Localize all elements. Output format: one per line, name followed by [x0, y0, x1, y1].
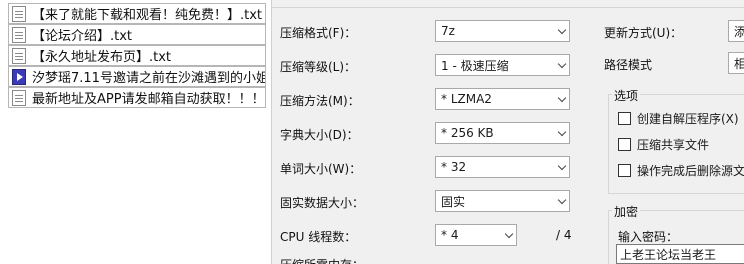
level-value: 1 - 极速压缩: [441, 58, 509, 73]
file-list-item[interactable]: 汐梦瑶7.11号邀请之前在沙滩遇到的小姐...: [8, 66, 266, 87]
shared-files-checkbox[interactable]: [618, 138, 631, 151]
file-name: 汐梦瑶7.11号邀请之前在沙滩遇到的小姐...: [32, 71, 266, 86]
txt-file-icon: [12, 89, 26, 106]
solid-block-select[interactable]: 固实: [435, 190, 570, 212]
password-input-value: 上老王论坛当老王: [620, 247, 717, 262]
dict-size-label: 字典大小(D)：: [280, 128, 359, 142]
file-name: 最新地址及APP请发邮箱自动获取！！！...: [32, 92, 266, 107]
chevron-down-icon: [555, 21, 569, 41]
delete-source-option-label: 操作完成后删除源文件: [637, 164, 744, 178]
path-mode-select[interactable]: 相: [728, 52, 744, 74]
file-name: 【来了就能下载和观看！纯免费！】.txt: [32, 8, 263, 23]
update-mode-value: 添: [734, 24, 744, 39]
file-list-item[interactable]: 【永久地址发布页】.txt: [8, 45, 266, 66]
password-input[interactable]: 上老王论坛当老王: [616, 244, 744, 264]
dialog-top-edge: [272, 0, 744, 8]
format-select[interactable]: 7z: [435, 20, 570, 42]
sfx-option[interactable]: 创建自解压程序(X): [618, 110, 739, 127]
sfx-checkbox[interactable]: [618, 112, 631, 125]
method-value: * LZMA2: [441, 92, 492, 106]
chevron-down-icon: [555, 191, 569, 211]
chevron-down-icon: [555, 55, 569, 75]
chevron-down-icon: [555, 123, 569, 143]
method-label: 压缩方法(M)：: [280, 94, 360, 108]
shared-files-option-label: 压缩共享文件: [637, 138, 710, 152]
word-size-value: * 32: [441, 160, 467, 174]
file-name: 【论坛介绍】.txt: [32, 29, 133, 44]
method-select[interactable]: * LZMA2: [435, 88, 570, 110]
mp4-file-icon: [12, 68, 26, 85]
file-list-item[interactable]: 【论坛介绍】.txt: [8, 24, 266, 45]
file-list-item[interactable]: 最新地址及APP请发邮箱自动获取！！！...: [8, 87, 266, 108]
cpu-threads-select[interactable]: * 4: [435, 224, 517, 246]
cpu-threads-value: * 4: [441, 228, 459, 242]
options-group-title: 选项: [612, 87, 641, 104]
dict-size-select[interactable]: * 256 KB: [435, 122, 570, 144]
sfx-option-label: 创建自解压程序(X): [637, 112, 739, 126]
chevron-down-icon: [555, 157, 569, 177]
format-value: 7z: [441, 24, 455, 38]
delete-source-option[interactable]: 操作完成后删除源文件: [618, 162, 744, 179]
shared-files-option[interactable]: 压缩共享文件: [618, 136, 709, 153]
memory-usage-label: 压缩所需内存：: [280, 256, 364, 264]
path-mode-label: 路径模式: [604, 58, 653, 72]
level-label: 压缩等级(L)：: [280, 60, 357, 74]
dict-size-value: * 256 KB: [441, 126, 494, 140]
compression-dialog: 压缩格式(F)： 7z 压缩等级(L)： 1 - 极速压缩 压缩方法(M)： *…: [272, 0, 744, 264]
password-label: 输入密码：: [618, 230, 679, 244]
path-mode-value: 相: [734, 56, 744, 71]
solid-block-value: 固实: [441, 194, 466, 209]
cpu-threads-total: / 4: [556, 228, 572, 242]
file-name: 【永久地址发布页】.txt: [32, 50, 172, 65]
file-list-panel: 【来了就能下载和观看！纯免费！】.txt 【论坛介绍】.txt 【永久地址发布页…: [0, 0, 270, 264]
chevron-down-icon: [502, 225, 516, 245]
level-select[interactable]: 1 - 极速压缩: [435, 54, 570, 76]
update-mode-label: 更新方式(U)：: [604, 26, 683, 40]
txt-file-icon: [12, 5, 26, 22]
cpu-threads-label: CPU 线程数：: [280, 230, 357, 244]
chevron-down-icon: [555, 89, 569, 109]
file-list-item[interactable]: 【来了就能下载和观看！纯免费！】.txt: [8, 3, 266, 24]
solid-block-label: 固实数据大小：: [280, 196, 365, 210]
txt-file-icon: [12, 47, 26, 64]
word-size-label: 单词大小(W)：: [280, 162, 362, 176]
format-label: 压缩格式(F)：: [280, 26, 357, 40]
encryption-group-title: 加密: [612, 203, 641, 220]
update-mode-select[interactable]: 添: [728, 20, 744, 42]
txt-file-icon: [12, 26, 26, 43]
word-size-select[interactable]: * 32: [435, 156, 570, 178]
delete-source-checkbox[interactable]: [618, 164, 631, 177]
